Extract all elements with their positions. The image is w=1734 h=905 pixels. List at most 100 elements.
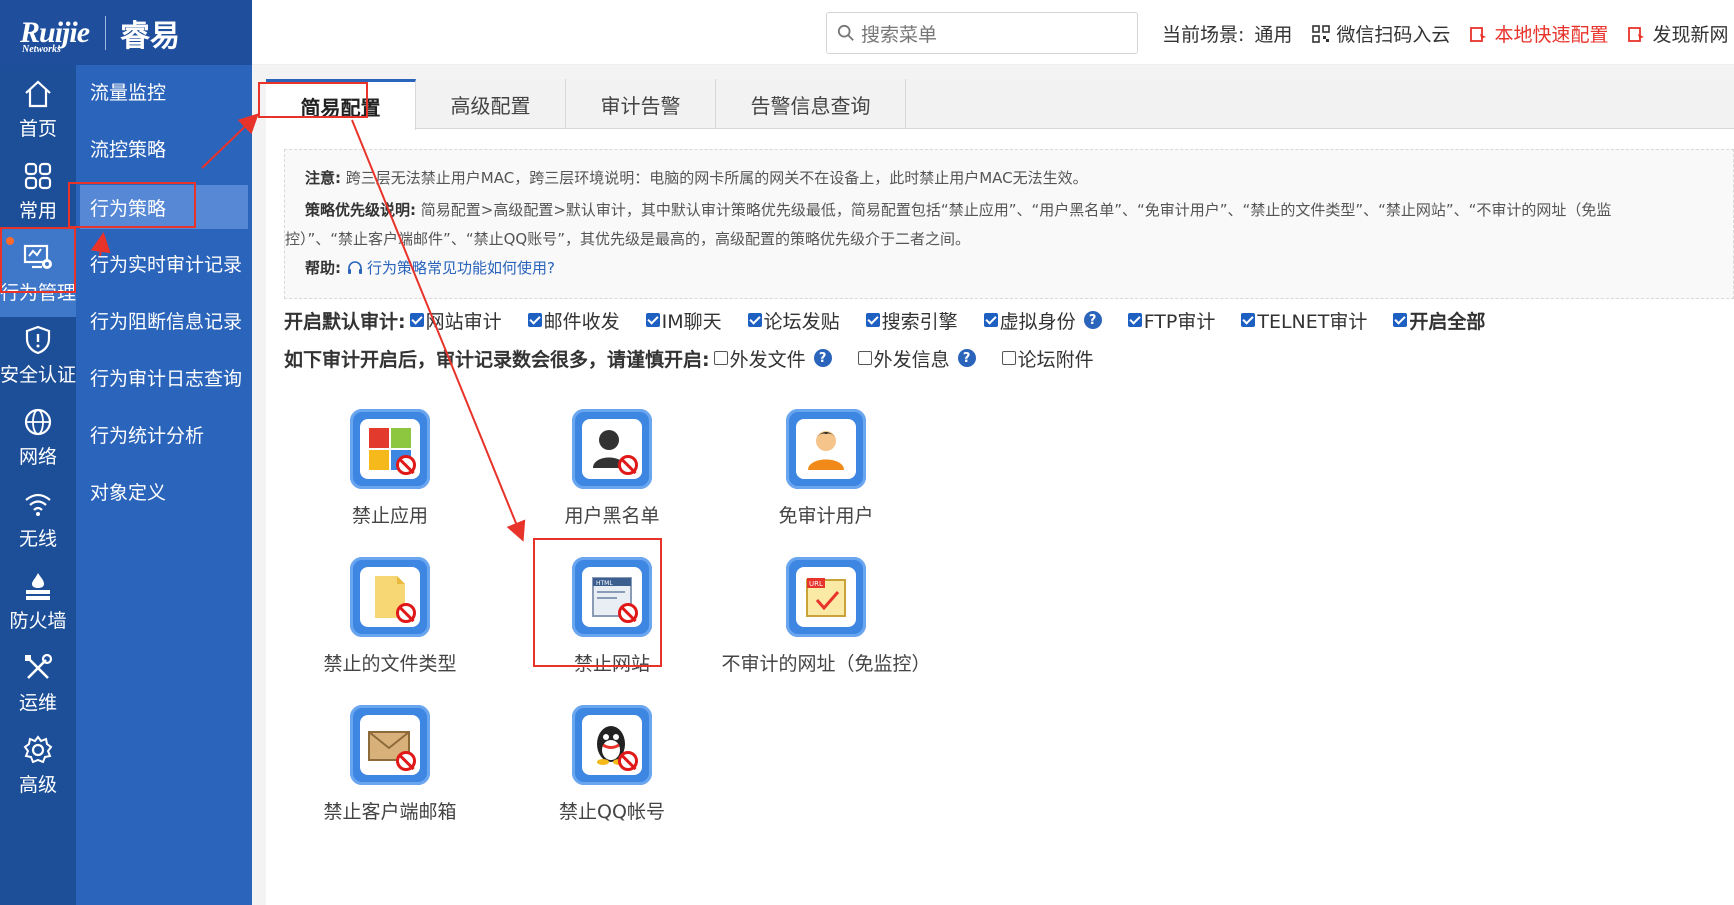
rail-item-behavior[interactable]: 行为管理	[0, 229, 76, 317]
headset-icon	[348, 261, 362, 274]
tab-audit-alarm[interactable]: 审计告警	[566, 79, 716, 129]
feature-audit-exempt-user[interactable]: 免审计用户	[696, 409, 956, 539]
wechat-label: 微信扫码入云	[1336, 24, 1451, 46]
submenu-item-statistics[interactable]: 行为统计分析	[76, 412, 252, 456]
rail-label: 无线	[18, 527, 57, 550]
caution-audit-label: 如下审计开启后，审计记录数会很多，请谨慎开启:	[284, 348, 710, 371]
rail-item-home[interactable]: 首页	[0, 65, 76, 153]
rail-item-firewall[interactable]: 防火墙	[0, 557, 76, 645]
rail-item-ops[interactable]: 运维	[0, 639, 76, 727]
brand-name: Ruijie Networks	[20, 15, 90, 55]
feature-label: 用户黑名单	[564, 505, 660, 527]
shield-icon	[25, 325, 51, 354]
ban-icon	[618, 751, 638, 771]
rail-item-wireless[interactable]: 无线	[0, 475, 76, 563]
feature-label: 禁止客户端邮箱	[323, 801, 457, 823]
tab-bar: 简易配置 高级配置 审计告警 告警信息查询	[266, 79, 1734, 130]
feature-url-exempt[interactable]: URL 不审计的网址（免监控）	[696, 557, 956, 687]
priority-line-2: 控）”、“禁止客户端邮件”、“禁止QQ账号”，其优先级是最高的，高级配置的策略优…	[285, 230, 970, 248]
gear-icon	[23, 734, 53, 763]
rail-label: 首页	[18, 117, 57, 140]
feature-block-filetype[interactable]: 禁止的文件类型	[260, 557, 520, 687]
grid-icon	[24, 162, 52, 189]
url-exempt-icon: URL	[806, 578, 846, 617]
discover-link[interactable]: 发现新网	[1628, 20, 1728, 47]
default-audit-label: 开启默认审计:	[284, 310, 406, 333]
tools-icon	[25, 653, 53, 679]
submenu-item-traffic-policy[interactable]: 流控策略	[76, 126, 252, 170]
rail-item-security[interactable]: 安全认证	[0, 311, 76, 399]
tab-simple-config[interactable]: 简易配置	[266, 79, 416, 130]
main-nav-rail: 首页 常用 行为管理 安全认证 网络 无线 防火墙 运维 高级	[0, 65, 76, 905]
submenu-item-audit-log[interactable]: 行为审计日志查询	[76, 355, 252, 399]
rail-label: 安全认证	[0, 363, 77, 386]
wifi-icon	[25, 493, 51, 516]
search-input[interactable]: 搜索菜单	[826, 12, 1138, 54]
wechat-cloud-link[interactable]: 微信扫码入云	[1312, 20, 1450, 47]
checkbox-outgoing-file[interactable]: 外发文件?	[713, 345, 832, 372]
top-bar: 搜索菜单 当前场景: 通用 微信扫码入云 本地快速配置 发现新网	[252, 0, 1734, 65]
checkbox-ftp-audit[interactable]: FTP审计	[1127, 307, 1215, 334]
ban-icon	[618, 603, 638, 623]
checkbox-im-audit[interactable]: IM聊天	[645, 307, 722, 334]
sub-nav: 流量监控 流控策略 行为策略 行为实时审计记录 行为阻断信息记录 行为审计日志查…	[76, 65, 252, 905]
feature-label: 禁止的文件类型	[323, 653, 457, 675]
header-actions: 当前场景: 通用 微信扫码入云 本地快速配置 发现新网	[1162, 20, 1728, 47]
checkbox-outgoing-msg[interactable]: 外发信息?	[857, 345, 976, 372]
ban-icon	[396, 603, 416, 623]
feature-label: 禁止QQ帐号	[559, 801, 665, 823]
policy-panel: 简易配置 高级配置 审计告警 告警信息查询 注意: 跨三层无法禁止用户MAC，跨…	[266, 79, 1734, 905]
discover-label: 发现新网	[1652, 24, 1729, 46]
tab-alarm-query[interactable]: 告警信息查询	[716, 79, 906, 129]
rail-label: 行为管理	[0, 281, 77, 304]
rail-item-advanced[interactable]: 高级	[0, 721, 76, 809]
checkbox-search-audit[interactable]: 搜索引擎	[865, 307, 958, 334]
checkbox-forum-audit[interactable]: 论坛发贴	[747, 307, 840, 334]
submenu-item-block-records[interactable]: 行为阻断信息记录	[76, 298, 252, 342]
checkbox-forum-attach[interactable]: 论坛附件	[1001, 345, 1094, 372]
help-line: 帮助: 行为策略常见功能如何使用?	[305, 259, 555, 277]
rail-item-network[interactable]: 网络	[0, 393, 76, 481]
quick-config-label: 本地快速配置	[1494, 24, 1609, 46]
help-link[interactable]: 行为策略常见功能如何使用?	[367, 259, 555, 277]
brand-logo: Ruijie Networks 睿易	[0, 0, 252, 65]
scene-value[interactable]: 通用	[1254, 20, 1292, 47]
svg-text:HTML: HTML	[596, 580, 613, 587]
ban-icon	[618, 455, 638, 475]
feature-block-mail[interactable]: 禁止客户端邮箱	[260, 705, 520, 835]
priority-line: 策略优先级说明: 简易配置>高级配置>默认审计，其中默认审计策略优先级最低，简易…	[305, 201, 1612, 219]
help-icon[interactable]: ?	[813, 349, 832, 367]
ban-icon	[396, 751, 416, 771]
rail-label: 运维	[18, 691, 57, 714]
feature-block-qq[interactable]: 禁止QQ帐号	[482, 705, 742, 835]
checkbox-virtual-id-audit[interactable]: 虚拟身份?	[983, 307, 1102, 334]
brand-sub: Networks	[22, 43, 61, 55]
checkbox-telnet-audit[interactable]: TELNET审计	[1241, 307, 1367, 334]
quick-config-link[interactable]: 本地快速配置	[1470, 20, 1608, 47]
firewall-icon	[26, 572, 50, 600]
audit-exempt-user-icon	[808, 431, 844, 470]
rail-label: 高级	[18, 773, 57, 796]
globe-icon	[24, 408, 52, 435]
help-icon[interactable]: ?	[1083, 311, 1102, 329]
rail-item-common[interactable]: 常用	[0, 147, 76, 235]
feature-block-app[interactable]: 禁止应用	[260, 409, 520, 539]
checkbox-mail-audit[interactable]: 邮件收发	[527, 307, 620, 334]
ban-icon	[396, 455, 416, 475]
caution-audit-row: 如下审计开启后，审计记录数会很多，请谨慎开启: 外发文件? 外发信息? 论坛附件	[284, 343, 1120, 373]
submenu-item-traffic-monitor[interactable]: 流量监控	[76, 69, 252, 113]
help-icon[interactable]: ?	[957, 349, 976, 367]
checkbox-enable-all[interactable]: 开启全部	[1393, 307, 1485, 334]
submenu-item-object-def[interactable]: 对象定义	[76, 469, 252, 513]
scene-label: 当前场景:	[1162, 24, 1245, 46]
search-icon	[837, 24, 854, 41]
checkbox-website-audit[interactable]: 网站审计	[409, 307, 502, 334]
tab-advanced-config[interactable]: 高级配置	[416, 79, 566, 129]
feature-label: 不审计的网址（免监控）	[721, 653, 931, 675]
submenu-item-behavior-policy[interactable]: 行为策略	[80, 185, 248, 229]
submenu-item-realtime-audit[interactable]: 行为实时审计记录	[76, 241, 252, 285]
discover-icon	[1628, 27, 1645, 42]
qrcode-icon	[1312, 25, 1331, 43]
home-icon	[25, 80, 51, 107]
notification-dot	[6, 237, 14, 245]
